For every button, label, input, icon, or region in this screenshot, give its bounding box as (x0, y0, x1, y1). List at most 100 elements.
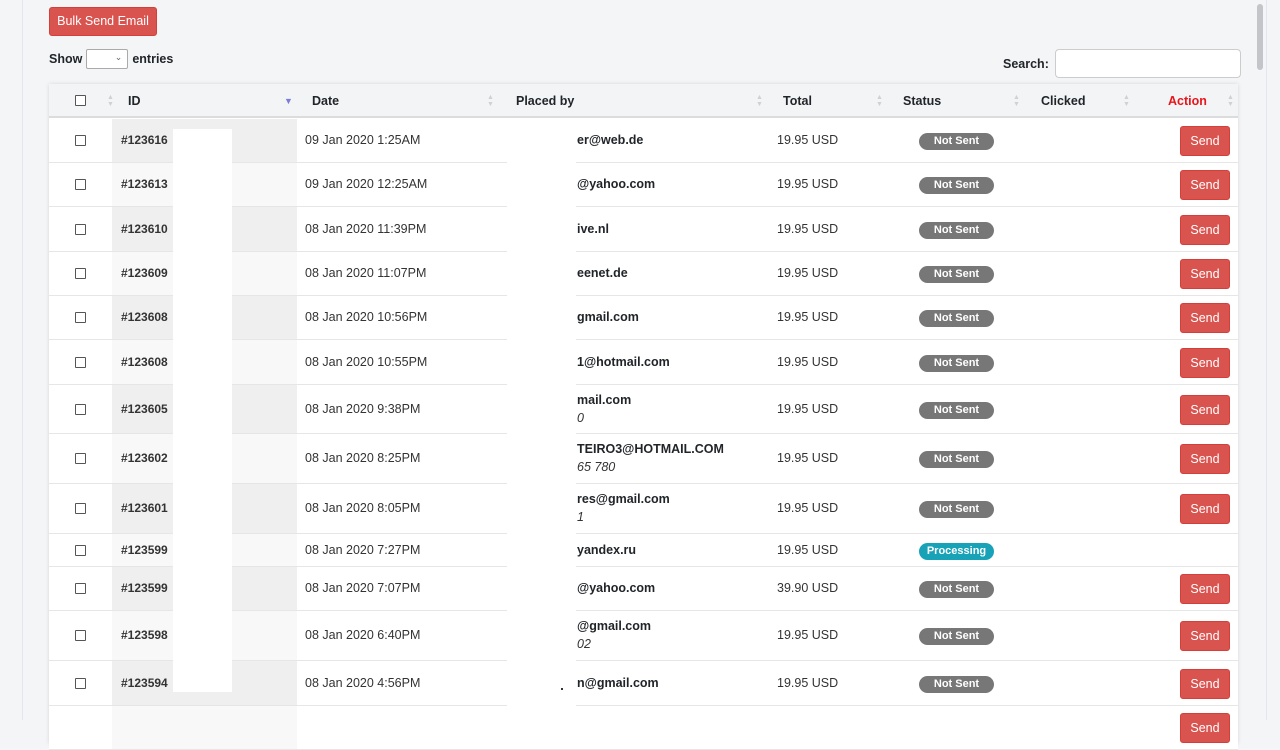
order-date: 09 Jan 2020 12:25AM (305, 177, 428, 191)
order-date: 08 Jan 2020 4:56PM (305, 675, 421, 690)
column-header-action[interactable]: Action (1168, 84, 1207, 118)
order-total: 19.95 USD (777, 354, 839, 369)
send-button[interactable]: Send (1180, 494, 1230, 524)
customer-phone: 02 (577, 637, 591, 651)
row-checkbox[interactable] (75, 403, 86, 415)
order-date: 08 Jan 2020 11:39PM (305, 221, 427, 236)
redaction-block-placed-by (507, 119, 576, 720)
order-date: 08 Jan 2020 6:40PM (305, 628, 421, 642)
customer-phone: 65 780 (577, 460, 616, 474)
order-id[interactable]: #123608 (121, 310, 168, 324)
send-button[interactable]: Send (1180, 259, 1230, 289)
search-input[interactable] (1054, 49, 1241, 78)
send-button[interactable]: Send (1180, 170, 1230, 200)
bulk-send-email-button[interactable]: Bulk Send Email (49, 7, 157, 36)
order-id[interactable]: #123610 (121, 222, 168, 236)
customer-email: mail.com (577, 392, 632, 407)
row-checkbox[interactable] (75, 630, 86, 641)
row-checkbox[interactable] (75, 268, 86, 279)
order-date: 08 Jan 2020 7:07PM (305, 581, 421, 595)
row-checkbox[interactable] (75, 677, 86, 689)
order-total: 19.95 USD (777, 675, 839, 690)
order-total: 19.95 USD (777, 628, 839, 642)
column-header-date[interactable]: Date (312, 84, 339, 118)
column-header-placed-by[interactable]: Placed by (516, 84, 574, 118)
order-date: 08 Jan 2020 11:07PM (305, 266, 427, 280)
customer-email: gmail.com (577, 310, 639, 324)
send-button[interactable]: Send (1180, 394, 1230, 425)
status-badge: Not Sent (919, 628, 994, 645)
order-total: 19.95 USD (777, 451, 839, 465)
row-checkbox[interactable] (75, 135, 86, 146)
status-badge: Not Sent (919, 401, 994, 419)
order-id[interactable]: #123598 (121, 628, 168, 642)
row-checkbox[interactable] (75, 179, 86, 190)
sort-icon[interactable]: ▲ ▼ (1123, 94, 1130, 108)
search-label: Search: (1003, 56, 1049, 71)
send-button[interactable]: Send (1180, 621, 1230, 651)
order-date: 08 Jan 2020 7:27PM (305, 542, 421, 557)
row-checkbox[interactable] (75, 223, 86, 235)
sort-icon[interactable]: ▲ ▼ (756, 94, 763, 108)
send-button[interactable]: Send (1180, 303, 1230, 333)
order-date: 08 Jan 2020 9:38PM (305, 401, 421, 416)
order-id[interactable]: #123616 (121, 133, 168, 147)
order-id[interactable]: #123605 (121, 402, 168, 416)
sort-desc-icon[interactable]: ▼ (284, 97, 293, 112)
row-checkbox[interactable] (75, 356, 86, 368)
sort-icon[interactable]: ▲ ▼ (1013, 94, 1020, 108)
order-id[interactable]: #123594 (121, 676, 168, 690)
customer-email: @gmail.com (577, 619, 652, 633)
send-button[interactable]: Send (1180, 126, 1230, 156)
sort-icon[interactable]: ▲ ▼ (1227, 94, 1234, 108)
left-gutter (0, 0, 23, 720)
customer-email: yandex.ru (577, 542, 637, 557)
status-badge: Not Sent (919, 581, 994, 598)
customer-email: ive.nl (577, 221, 609, 236)
row-checkbox[interactable] (75, 312, 86, 323)
order-date: 08 Jan 2020 10:56PM (305, 310, 428, 324)
send-button[interactable]: Send (1180, 347, 1230, 378)
order-id[interactable]: #123602 (121, 451, 168, 465)
send-button[interactable]: Send (1180, 713, 1230, 743)
select-all-checkbox[interactable] (75, 95, 86, 106)
column-header-status[interactable]: Status (903, 84, 941, 118)
send-button[interactable]: Send (1180, 668, 1230, 699)
chevron-down-icon: ⌄ (114, 52, 123, 62)
send-button[interactable]: Send (1180, 444, 1230, 474)
order-id[interactable]: #123601 (121, 501, 168, 515)
stray-dot (561, 688, 563, 690)
order-id[interactable]: #123599 (121, 581, 168, 595)
sort-icon[interactable]: ▲ ▼ (487, 94, 494, 108)
order-id[interactable]: #123599 (121, 543, 168, 557)
column-header-clicked[interactable]: Clicked (1041, 84, 1085, 118)
row-checkbox[interactable] (75, 544, 86, 556)
status-badge: Not Sent (919, 451, 994, 468)
status-badge: Not Sent (919, 354, 994, 372)
send-button[interactable]: Send (1180, 214, 1230, 245)
status-badge: Not Sent (919, 310, 994, 327)
row-checkbox[interactable] (75, 453, 86, 464)
customer-email: res@gmail.com (577, 492, 670, 506)
sort-icon[interactable]: ▲ ▼ (107, 94, 114, 108)
status-badge: Not Sent (919, 501, 994, 518)
column-header-id[interactable]: ID (128, 84, 141, 118)
status-badge: Not Sent (919, 133, 994, 150)
order-total: 39.90 USD (777, 581, 839, 595)
page-length-select[interactable]: ⌄ (86, 49, 129, 69)
entries-label: entries (132, 52, 174, 66)
row-checkbox[interactable] (75, 503, 86, 514)
scrollbar-thumb[interactable] (1257, 4, 1263, 70)
order-total: 19.95 USD (777, 177, 839, 191)
row-checkbox[interactable] (75, 583, 86, 594)
order-id[interactable]: #123608 (121, 355, 168, 369)
order-total: 19.95 USD (777, 266, 839, 280)
order-id[interactable]: #123613 (121, 177, 168, 191)
send-button[interactable]: Send (1180, 574, 1230, 604)
order-date: 08 Jan 2020 10:55PM (305, 354, 428, 369)
customer-email: TEIRO3@HOTMAIL.COM (577, 442, 724, 456)
table-row: Send (49, 706, 1238, 750)
order-id[interactable]: #123609 (121, 266, 168, 280)
sort-icon[interactable]: ▲ ▼ (876, 94, 883, 108)
column-header-total[interactable]: Total (783, 84, 812, 118)
